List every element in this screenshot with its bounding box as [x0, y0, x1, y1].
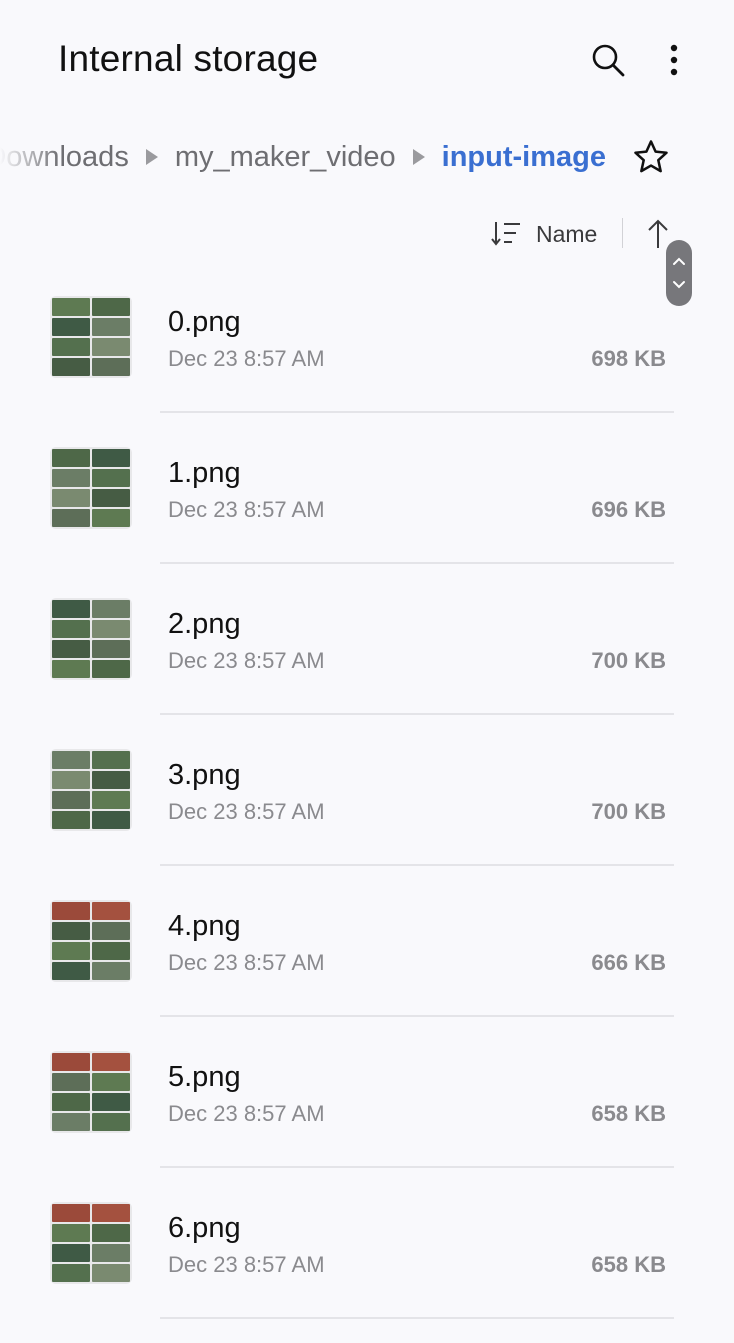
file-thumbnail	[50, 900, 132, 982]
file-list: 0.png Dec 23 8:57 AM 698 KB 1.png Dec 23 8:5…	[0, 282, 734, 1339]
sort-bar: Name	[0, 212, 734, 256]
file-name: 4.png	[168, 910, 241, 942]
file-list-item[interactable]: 4.png Dec 23 8:57 AM 666 KB	[0, 886, 734, 1037]
file-list-item[interactable]: 6.png Dec 23 8:57 AM 658 KB	[0, 1188, 734, 1339]
file-name: 0.png	[168, 306, 241, 338]
file-list-item[interactable]: 1.png Dec 23 8:57 AM 696 KB	[0, 433, 734, 584]
file-name: 1.png	[168, 457, 241, 489]
breadcrumb-item-my-maker-video[interactable]: my_maker_video	[175, 141, 396, 174]
file-size: 700 KB	[591, 799, 666, 824]
sort-divider	[622, 218, 623, 248]
row-divider	[160, 1317, 674, 1319]
sort-label[interactable]: Name	[536, 221, 597, 248]
file-list-item[interactable]: 0.png Dec 23 8:57 AM 698 KB	[0, 282, 734, 433]
file-thumbnail	[50, 296, 132, 378]
sort-icon	[491, 222, 520, 246]
file-date: Dec 23 8:57 AM	[168, 1101, 325, 1126]
file-size: 658 KB	[591, 1101, 666, 1126]
more-vert-icon	[670, 44, 678, 76]
page-title: Internal storage	[58, 38, 319, 79]
search-button[interactable]	[586, 38, 630, 82]
row-divider	[160, 1166, 674, 1168]
breadcrumb-item-input-image[interactable]: input-image	[442, 141, 606, 174]
row-divider	[160, 1015, 674, 1017]
file-list-item[interactable]: 5.png Dec 23 8:57 AM 658 KB	[0, 1037, 734, 1188]
triangle-right-icon	[412, 148, 426, 166]
file-list-item[interactable]: 3.png Dec 23 8:57 AM 700 KB	[0, 735, 734, 886]
file-date: Dec 23 8:57 AM	[168, 497, 325, 522]
file-size: 698 KB	[591, 346, 666, 371]
row-divider	[160, 864, 674, 866]
row-divider	[160, 411, 674, 413]
star-outline-icon	[634, 140, 668, 173]
file-date: Dec 23 8:57 AM	[168, 346, 325, 371]
more-options-button[interactable]	[652, 38, 696, 82]
file-name: 5.png	[168, 1061, 241, 1093]
file-thumbnail	[50, 749, 132, 831]
file-name: 6.png	[168, 1212, 241, 1244]
sort-button[interactable]	[490, 220, 522, 248]
breadcrumb-path: Downloads my_maker_video input-image	[0, 130, 620, 184]
file-list-item[interactable]: 2.png Dec 23 8:57 AM 700 KB	[0, 584, 734, 735]
row-divider	[160, 713, 674, 715]
file-date: Dec 23 8:57 AM	[168, 799, 325, 824]
file-date: Dec 23 8:57 AM	[168, 950, 325, 975]
search-icon	[592, 44, 625, 77]
file-thumbnail	[50, 1202, 132, 1284]
breadcrumb: Downloads my_maker_video input-image	[0, 130, 734, 184]
file-size: 696 KB	[591, 497, 666, 522]
favorite-button[interactable]	[628, 134, 674, 180]
file-thumbnail	[50, 1051, 132, 1133]
file-size: 658 KB	[591, 1252, 666, 1277]
file-size: 666 KB	[591, 950, 666, 975]
file-thumbnail	[50, 447, 132, 529]
file-name: 3.png	[168, 759, 241, 791]
file-name: 2.png	[168, 608, 241, 640]
file-size: 700 KB	[591, 648, 666, 673]
file-thumbnail	[50, 598, 132, 680]
file-date: Dec 23 8:57 AM	[168, 648, 325, 673]
app-header: Internal storage	[0, 0, 734, 120]
triangle-right-icon	[145, 148, 159, 166]
file-date: Dec 23 8:57 AM	[168, 1252, 325, 1277]
row-divider	[160, 562, 674, 564]
breadcrumb-item-downloads[interactable]: Downloads	[0, 141, 129, 174]
